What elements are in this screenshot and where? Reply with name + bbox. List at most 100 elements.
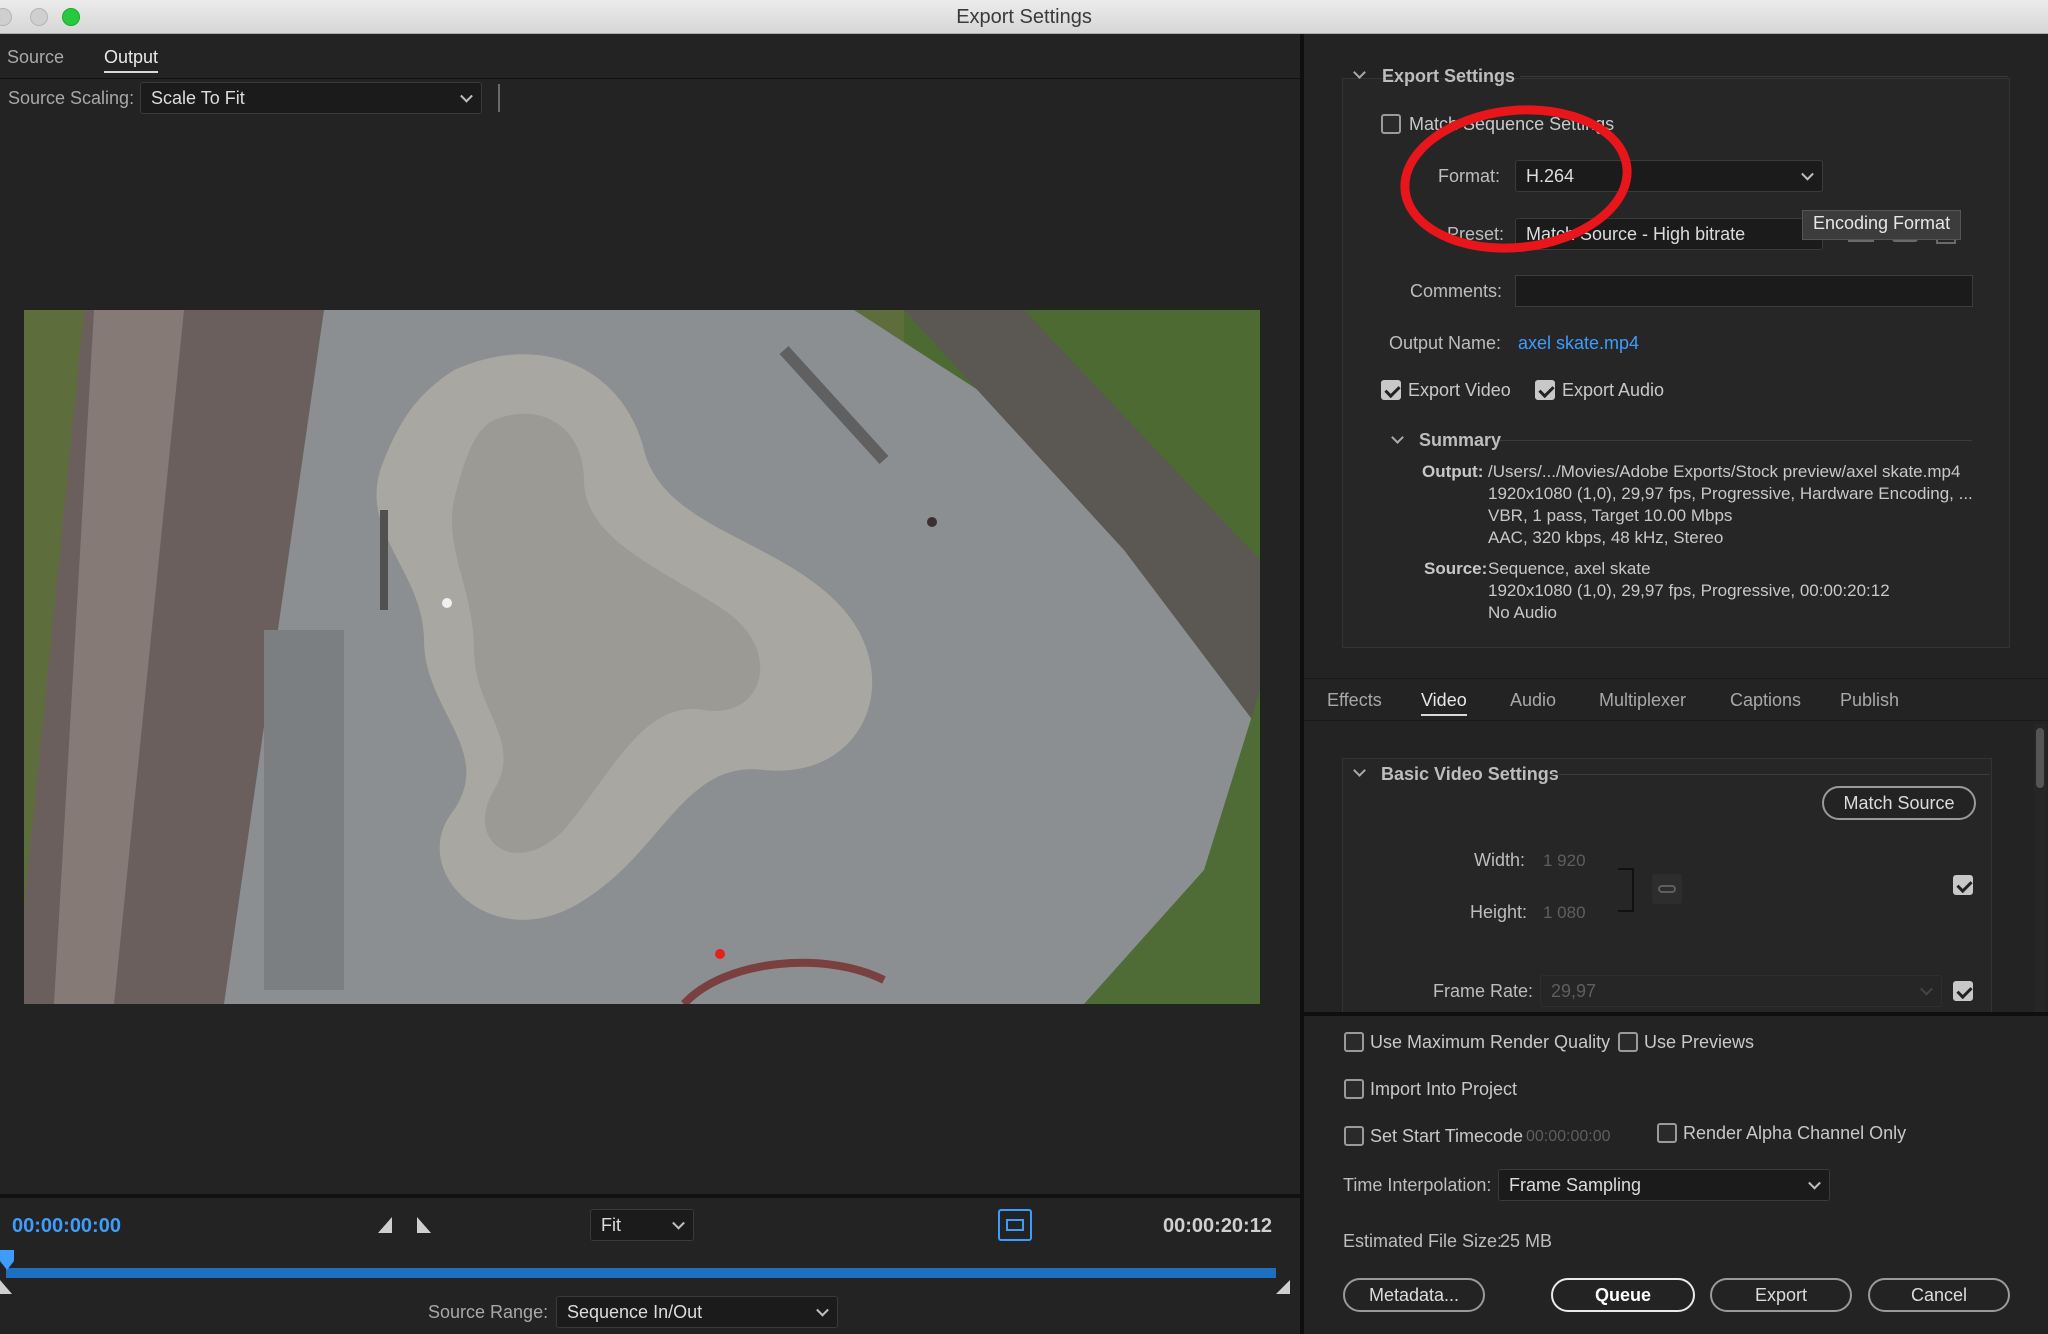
source-range-dropdown[interactable]: Sequence In/Out bbox=[556, 1296, 838, 1328]
mark-out-icon[interactable] bbox=[417, 1217, 431, 1233]
constrain-proportions-icon[interactable] bbox=[1652, 874, 1682, 904]
source-range-value: Sequence In/Out bbox=[567, 1302, 703, 1322]
export-button[interactable]: Export bbox=[1710, 1278, 1852, 1312]
summary-output-label: Output: bbox=[1422, 462, 1484, 481]
time-interpolation-value: Frame Sampling bbox=[1509, 1175, 1642, 1195]
zoom-dropdown[interactable]: Fit bbox=[590, 1209, 694, 1241]
chevron-down-icon bbox=[816, 1303, 829, 1317]
end-timecode: 00:00:20:12 bbox=[1163, 1215, 1272, 1237]
summary-output-line: 1920x1080 (1,0), 29,97 fps, Progressive,… bbox=[1488, 484, 1973, 503]
zoom-value: Fit bbox=[601, 1215, 621, 1235]
aspect-correction-icon[interactable] bbox=[998, 1209, 1032, 1241]
summary-title: Summary bbox=[1419, 430, 1502, 450]
source-scaling-value: Scale To Fit bbox=[151, 88, 245, 108]
match-size-checkbox[interactable] bbox=[1953, 875, 1973, 895]
match-sequence-checkbox[interactable] bbox=[1381, 114, 1401, 134]
format-tooltip: Encoding Format bbox=[1802, 210, 1962, 240]
chevron-down-icon bbox=[1920, 982, 1933, 996]
frame-rate-label: Frame Rate: bbox=[1433, 981, 1534, 1001]
width-value[interactable]: 1 920 bbox=[1543, 851, 1586, 871]
in-point-handle-icon[interactable] bbox=[0, 1280, 12, 1294]
summary-rule bbox=[1500, 440, 1972, 441]
summary-source-line: Sequence, axel skate bbox=[1488, 559, 1651, 578]
output-name-link[interactable]: axel skate.mp4 bbox=[1518, 333, 1639, 354]
output-name-label: Output Name: bbox=[1389, 333, 1502, 353]
comments-field[interactable] bbox=[1515, 275, 1973, 307]
chevron-down-icon bbox=[460, 89, 473, 103]
width-label: Width: bbox=[1474, 850, 1526, 870]
estimated-file-size-value: 25 MB bbox=[1500, 1231, 1553, 1251]
link-bracket bbox=[1618, 868, 1634, 912]
summary-source-line: No Audio bbox=[1488, 603, 1557, 622]
out-point-handle-icon[interactable] bbox=[1276, 1280, 1290, 1294]
match-frame-rate-checkbox[interactable] bbox=[1953, 981, 1973, 1001]
height-label: Height: bbox=[1470, 902, 1528, 922]
section-rule bbox=[1520, 76, 2008, 77]
timeline-top-divider bbox=[0, 1194, 1300, 1198]
export-audio-label: Export Audio bbox=[1562, 380, 1665, 400]
cancel-button[interactable]: Cancel bbox=[1868, 1278, 2010, 1312]
tab-publish[interactable]: Publish bbox=[1840, 690, 1899, 711]
time-interpolation-label: Time Interpolation: bbox=[1343, 1175, 1492, 1195]
render-alpha-checkbox[interactable] bbox=[1657, 1123, 1677, 1143]
tab-output[interactable]: Output bbox=[104, 47, 159, 73]
summary-source-label: Source: bbox=[1424, 559, 1488, 578]
mark-in-icon[interactable] bbox=[378, 1217, 392, 1233]
tabs-top-rule bbox=[1304, 678, 2048, 679]
max-render-quality-label: Use Maximum Render Quality bbox=[1370, 1032, 1611, 1052]
title-bar: Export Settings bbox=[0, 0, 2048, 34]
scrollbar-thumb[interactable] bbox=[2036, 728, 2044, 788]
start-timecode-value[interactable]: 00:00:00:00 bbox=[1526, 1128, 1611, 1146]
time-interpolation-dropdown[interactable]: Frame Sampling bbox=[1498, 1169, 1830, 1201]
current-timecode[interactable]: 00:00:00:00 bbox=[12, 1215, 121, 1238]
import-into-project-label: Import Into Project bbox=[1370, 1079, 1518, 1099]
chevron-down-icon bbox=[1808, 1176, 1821, 1190]
estimated-file-size-label: Estimated File Size: bbox=[1343, 1231, 1503, 1251]
source-range-label: Source Range: bbox=[428, 1302, 549, 1322]
export-audio-checkbox[interactable] bbox=[1535, 380, 1555, 400]
import-into-project-checkbox[interactable] bbox=[1344, 1079, 1364, 1099]
max-render-quality-checkbox[interactable] bbox=[1344, 1032, 1364, 1052]
render-alpha-label: Render Alpha Channel Only bbox=[1683, 1123, 1907, 1143]
summary-output-line: VBR, 1 pass, Target 10.00 Mbps bbox=[1488, 506, 1733, 525]
toolbar-separator bbox=[498, 84, 500, 112]
chevron-down-icon bbox=[672, 1216, 685, 1230]
tabs-bottom-rule bbox=[1304, 720, 2048, 721]
queue-button[interactable]: Queue bbox=[1551, 1278, 1695, 1312]
export-settings-title: Export Settings bbox=[1382, 66, 1516, 86]
export-video-label: Export Video bbox=[1408, 380, 1511, 400]
tab-source[interactable]: Source bbox=[7, 47, 64, 68]
summary-source-line: 1920x1080 (1,0), 29,97 fps, Progressive,… bbox=[1488, 581, 1890, 600]
tab-audio[interactable]: Audio bbox=[1510, 690, 1556, 711]
video-settings-title: Basic Video Settings bbox=[1381, 764, 1559, 784]
tab-effects[interactable]: Effects bbox=[1327, 690, 1382, 711]
height-value[interactable]: 1 080 bbox=[1543, 903, 1586, 923]
skatepark-frame-image bbox=[24, 310, 1260, 1004]
tab-multiplexer[interactable]: Multiplexer bbox=[1599, 690, 1686, 711]
source-scaling-label: Source Scaling: bbox=[8, 88, 135, 108]
bottom-divider bbox=[1304, 1012, 2048, 1016]
frame-rate-value: 29,97 bbox=[1551, 981, 1597, 1001]
scrollbar-track[interactable] bbox=[2034, 724, 2046, 1014]
start-timecode-label: Set Start Timecode bbox=[1370, 1126, 1524, 1146]
summary-output-line: /Users/.../Movies/Adobe Exports/Stock pr… bbox=[1488, 462, 1961, 481]
comments-label: Comments: bbox=[1410, 281, 1503, 301]
tab-video[interactable]: Video bbox=[1421, 690, 1467, 716]
match-source-button[interactable]: Match Source bbox=[1822, 786, 1976, 820]
start-timecode-checkbox[interactable] bbox=[1344, 1126, 1364, 1146]
metadata-button[interactable]: Metadata... bbox=[1343, 1278, 1485, 1312]
use-previews-label: Use Previews bbox=[1644, 1032, 1755, 1052]
source-scaling-dropdown[interactable]: Scale To Fit bbox=[140, 82, 482, 114]
collapse-export-settings-icon[interactable] bbox=[1353, 66, 1366, 79]
window-title: Export Settings bbox=[956, 6, 1092, 28]
export-video-checkbox[interactable] bbox=[1381, 380, 1401, 400]
section-rule bbox=[1550, 774, 1990, 775]
panel-divider bbox=[1300, 34, 1304, 1334]
use-previews-checkbox[interactable] bbox=[1618, 1032, 1638, 1052]
video-preview bbox=[24, 310, 1260, 1004]
chevron-down-icon bbox=[1801, 167, 1814, 181]
source-range-bar[interactable] bbox=[6, 1268, 1276, 1278]
frame-rate-dropdown[interactable]: 29,97 bbox=[1540, 975, 1942, 1007]
tab-divider bbox=[0, 78, 1300, 79]
tab-captions[interactable]: Captions bbox=[1730, 690, 1801, 711]
